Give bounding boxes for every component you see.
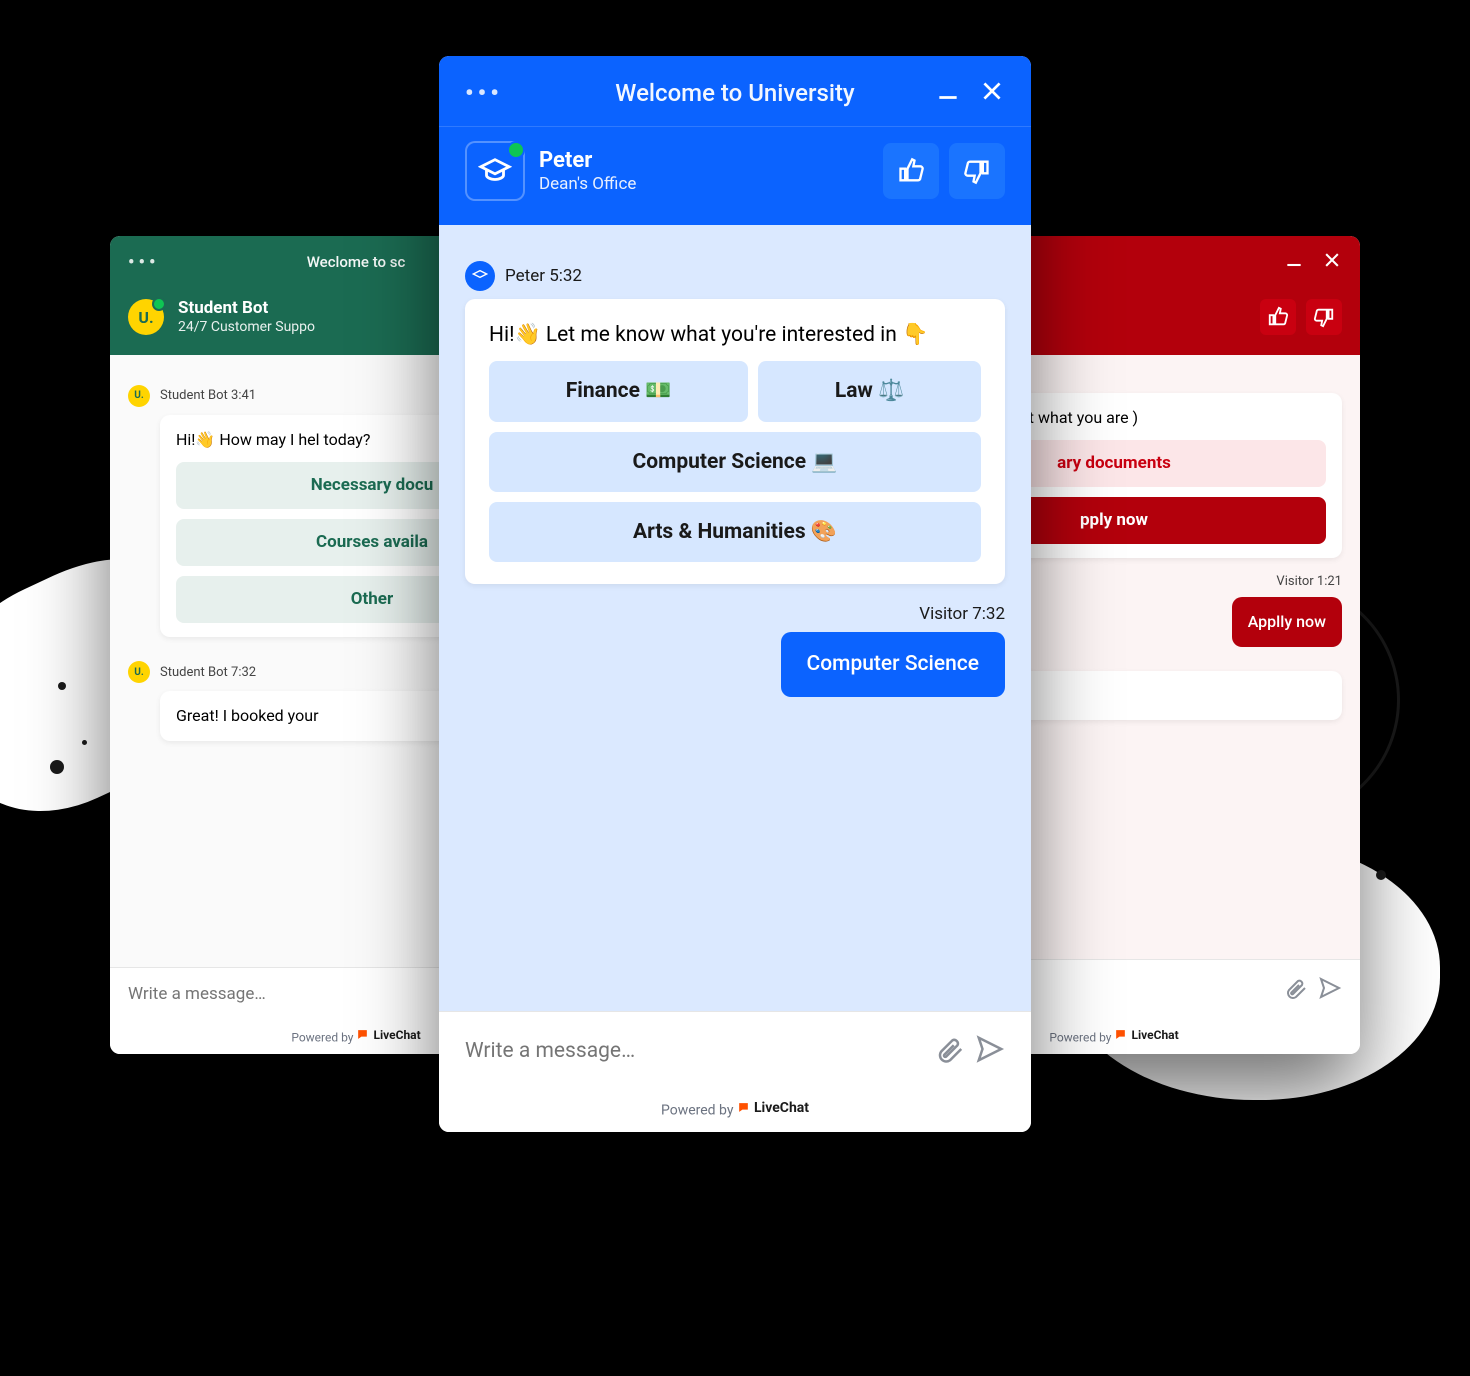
thumbs-up-button[interactable]: [1260, 299, 1296, 335]
send-icon[interactable]: [975, 1034, 1005, 1068]
bot-message: Hi!👋 Let me know what you're interested …: [465, 299, 1005, 584]
message-input[interactable]: [465, 1039, 925, 1063]
status-dot-icon: [152, 297, 166, 311]
status-dot-icon: [507, 141, 525, 159]
quick-reply-chip[interactable]: Law ⚖️: [758, 361, 981, 421]
quick-reply-chip[interactable]: Computer Science 💻: [489, 432, 981, 492]
livechat-logo: LiveChat: [356, 1028, 420, 1042]
user-message: Computer Science: [781, 632, 1005, 696]
graduation-cap-icon: [478, 154, 512, 188]
bg-dot: [1376, 870, 1386, 880]
agent-name: Peter: [539, 147, 636, 175]
mini-avatar-icon: [465, 261, 495, 291]
thumbs-up-button[interactable]: [883, 143, 939, 199]
minimize-icon[interactable]: [935, 78, 961, 108]
agent-name: Student Bot: [178, 298, 315, 319]
livechat-logo: LiveChat: [1114, 1028, 1178, 1042]
bg-dot: [82, 740, 87, 745]
widget-title: Weclome to sc: [307, 253, 406, 271]
attachment-icon[interactable]: [935, 1034, 965, 1068]
minimize-icon[interactable]: [1284, 250, 1304, 274]
message-meta: Peter 5:32: [465, 261, 1005, 291]
avatar-badge: U.: [138, 308, 153, 327]
agent-role: Dean's Office: [539, 174, 636, 195]
thumbs-down-button[interactable]: [1306, 299, 1342, 335]
mini-avatar-icon: U.: [128, 385, 150, 407]
mini-avatar-icon: U.: [128, 661, 150, 683]
powered-by: Powered by LiveChat: [439, 1090, 1031, 1133]
user-message: Applly now: [1232, 597, 1342, 647]
close-icon[interactable]: [1322, 250, 1342, 274]
menu-dots-icon[interactable]: •••: [128, 252, 159, 273]
quick-reply-chip[interactable]: Finance 💵: [489, 361, 748, 421]
agent-avatar: [465, 141, 525, 201]
agent-role: 24/7 Customer Suppo: [178, 319, 315, 337]
message-text: Hi!👋 Let me know what you're interested …: [489, 321, 981, 349]
widget-title: Welcome to University: [615, 79, 854, 107]
send-icon[interactable]: [1318, 976, 1342, 1004]
chat-widget-blue: ••• Welcome to University Peter Dean's O…: [439, 56, 1031, 1132]
agent-avatar: U.: [128, 299, 164, 335]
menu-dots-icon[interactable]: •••: [465, 79, 503, 107]
message-meta: Visitor 7:32: [465, 604, 1005, 624]
quick-reply-chip[interactable]: Arts & Humanities 🎨: [489, 502, 981, 562]
bg-dot: [58, 682, 66, 690]
bg-dot: [50, 760, 64, 774]
livechat-logo: LiveChat: [737, 1100, 809, 1116]
thumbs-down-button[interactable]: [949, 143, 1005, 199]
attachment-icon[interactable]: [1284, 976, 1308, 1004]
close-icon[interactable]: [979, 78, 1005, 108]
